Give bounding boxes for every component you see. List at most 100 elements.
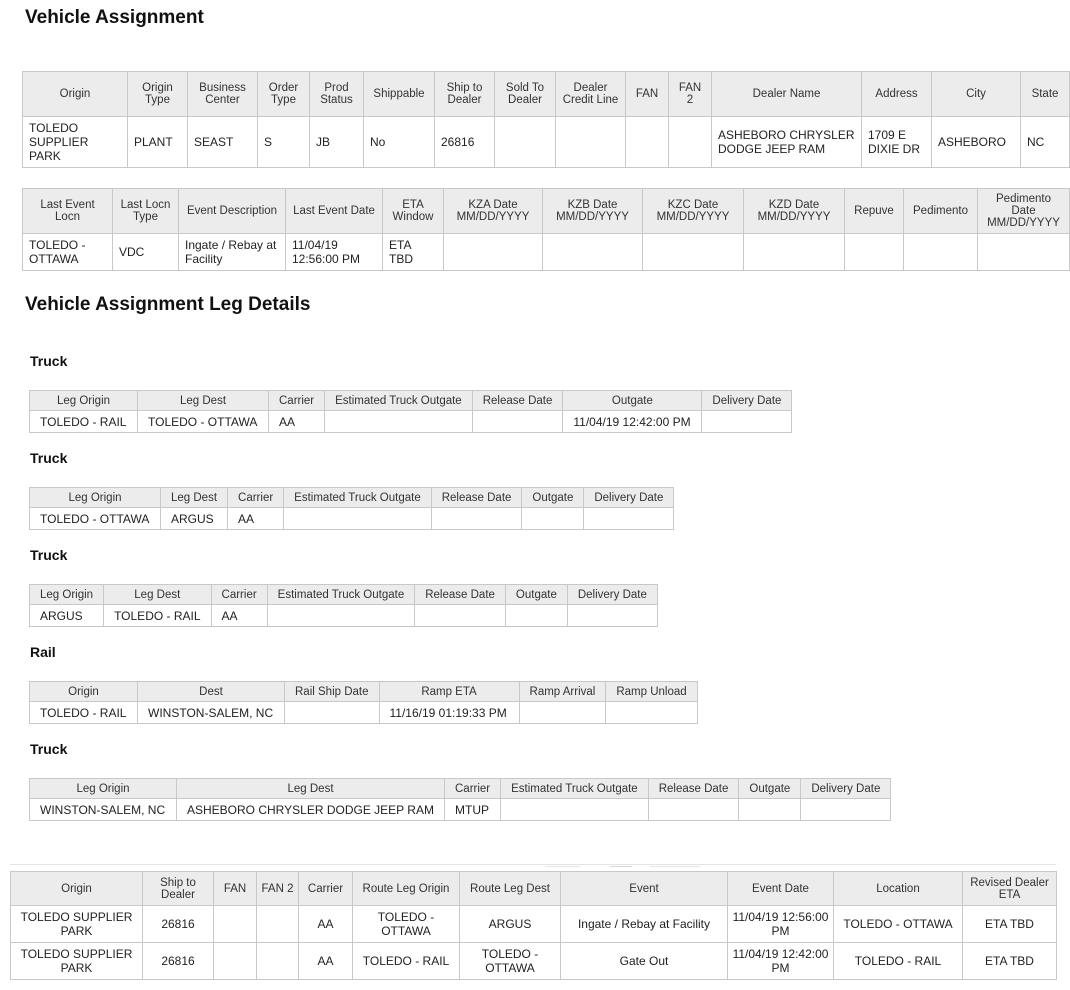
cell-fan xyxy=(625,116,669,168)
leg-mode-label: Truck xyxy=(30,547,68,563)
column-header-pedimento-date-mm-dd-yyyy: Pedimento Date MM/DD/YYYY xyxy=(977,188,1070,234)
cell-route-leg-dest: TOLEDO - OTTAWA xyxy=(459,942,561,980)
column-header-event: Event xyxy=(560,871,728,906)
cell-dealer-name: ASHEBORO CHRYSLER DODGE JEEP RAM xyxy=(711,116,862,168)
cell-leg-origin: WINSTON-SALEM, NC xyxy=(29,798,177,821)
column-header-route-leg-dest: Route Leg Dest xyxy=(459,871,561,906)
cell-origin-type: PLANT xyxy=(127,116,188,168)
column-header-route-leg-origin: Route Leg Origin xyxy=(352,871,460,906)
column-header-event-description: Event Description xyxy=(178,188,286,234)
cell-state: NC xyxy=(1020,116,1070,168)
column-header-ramp-eta: Ramp ETA xyxy=(378,681,520,702)
cell-carrier: AA xyxy=(210,604,268,627)
cell-estimated-truck-outgate xyxy=(283,507,432,530)
cell-prod-status: JB xyxy=(309,116,364,168)
column-header-shippable: Shippable xyxy=(363,71,435,117)
cell-release-date xyxy=(414,604,506,627)
column-header-fan: FAN xyxy=(625,71,669,117)
column-header-revised-dealer-eta: Revised Dealer ETA xyxy=(962,871,1057,906)
cell-dealer-credit-line xyxy=(555,116,626,168)
cell-fan xyxy=(213,905,257,943)
column-header-release-date: Release Date xyxy=(471,390,564,411)
column-header-kza-date-mm-dd-yyyy: KZA Date MM/DD/YYYY xyxy=(443,188,543,234)
leg-table: Leg Origin Leg Dest Carrier Estimated Truck… xyxy=(29,390,793,433)
column-header-kzd-date-mm-dd-yyyy: KZD Date MM/DD/YYYY xyxy=(743,188,845,234)
cell-fan-2 xyxy=(256,905,299,943)
column-header-repuve: Repuve xyxy=(844,188,904,234)
column-header-event-date: Event Date xyxy=(727,871,834,906)
cell-outgate xyxy=(521,507,585,530)
cell-pedimento-date-mm-dd-yyyy xyxy=(977,233,1070,271)
cell-delivery-date xyxy=(800,798,892,821)
column-header-state: State xyxy=(1020,71,1070,117)
cell-leg-dest: TOLEDO - RAIL xyxy=(103,604,212,627)
column-header-estimated-truck-outgate: Estimated Truck Outgate xyxy=(500,778,649,799)
cell-location: TOLEDO - OTTAWA xyxy=(833,905,963,943)
cell-revised-dealer-eta: ETA TBD xyxy=(962,905,1057,943)
cell-estimated-truck-outgate xyxy=(500,798,649,821)
column-header-release-date: Release Date xyxy=(647,778,740,799)
event-history-table: Origin Ship to Dealer FAN FAN 2 Carrier Route… xyxy=(10,871,1057,980)
column-header-address: Address xyxy=(861,71,932,117)
cell-revised-dealer-eta: ETA TBD xyxy=(962,942,1057,980)
cell-pedimento xyxy=(903,233,978,271)
cell-kzb-date-mm-dd-yyyy xyxy=(542,233,643,271)
column-header-leg-dest: Leg Dest xyxy=(137,390,269,411)
cell-last-event-date: 11/04/19 12:56:00 PM xyxy=(285,233,383,271)
cell-sold-to-dealer xyxy=(494,116,556,168)
table-row: WINSTON-SALEM, NC ASHEBORO CHRYSLER DODGE… xyxy=(29,798,892,821)
leg-mode-label: Truck xyxy=(30,741,68,757)
column-header-last-event-locn: Last Event Locn xyxy=(22,188,113,234)
table-row: TOLEDO SUPPLIER PARK 26816 AA TOLEDO - RAIL… xyxy=(10,942,1057,980)
cell-ramp-unload xyxy=(605,701,698,724)
column-header-carrier: Carrier xyxy=(227,487,285,508)
cell-shippable: No xyxy=(363,116,435,168)
cell-leg-dest: TOLEDO - OTTAWA xyxy=(137,410,269,433)
column-header-last-event-date: Last Event Date xyxy=(285,188,383,234)
cell-leg-origin: ARGUS xyxy=(28,604,105,627)
cell-repuve xyxy=(844,233,904,271)
cell-event: Gate Out xyxy=(560,942,728,980)
column-header-kzc-date-mm-dd-yyyy: KZC Date MM/DD/YYYY xyxy=(642,188,744,234)
leg-details-title: Vehicle Assignment Leg Details xyxy=(25,294,311,315)
cell-fan-2 xyxy=(256,942,299,980)
column-header-ship-to-dealer: Ship to Dealer xyxy=(434,71,495,117)
cell-carrier: AA xyxy=(298,942,353,980)
leg-table: Leg Origin Leg Dest Carrier Estimated Truck… xyxy=(29,778,892,821)
column-header-ship-to-dealer: Ship to Dealer xyxy=(142,871,214,906)
cell-carrier: MTUP xyxy=(443,798,502,821)
cell-event: Ingate / Rebay at Facility xyxy=(560,905,728,943)
cell-kzd-date-mm-dd-yyyy xyxy=(743,233,845,271)
cell-outgate: 11/04/19 12:42:00 PM xyxy=(562,410,703,433)
column-header-order-type: Order Type xyxy=(257,71,310,117)
column-header-ramp-unload: Ramp Unload xyxy=(605,681,698,702)
cell-route-leg-origin: TOLEDO - RAIL xyxy=(352,942,460,980)
cell-leg-dest: ARGUS xyxy=(159,507,229,530)
cell-event-description: Ingate / Rebay at Facility xyxy=(178,233,286,271)
cell-route-leg-origin: TOLEDO - OTTAWA xyxy=(352,905,460,943)
column-header-delivery-date: Delivery Date xyxy=(566,584,658,605)
column-header-prod-status: Prod Status xyxy=(309,71,364,117)
cell-business-center: SEAST xyxy=(187,116,258,168)
column-header-carrier: Carrier xyxy=(298,871,353,906)
column-header-location: Location xyxy=(833,871,963,906)
cell-release-date xyxy=(430,507,523,530)
cell-route-leg-dest: ARGUS xyxy=(459,905,561,943)
cell-ship-to-dealer: 26816 xyxy=(434,116,495,168)
cell-delivery-date xyxy=(583,507,675,530)
cell-dest: WINSTON-SALEM, NC xyxy=(137,701,285,724)
table-row: TOLEDO SUPPLIER PARK PLANT SEAST S JB No 26816… xyxy=(22,116,1070,168)
column-header-leg-dest: Leg Dest xyxy=(159,487,229,508)
column-header-dealer-credit-line: Dealer Credit Line xyxy=(555,71,626,117)
cell-delivery-date xyxy=(566,604,658,627)
cell-origin: TOLEDO SUPPLIER PARK xyxy=(10,905,143,943)
column-header-release-date: Release Date xyxy=(414,584,506,605)
column-header-city: City xyxy=(931,71,1021,117)
table-row: TOLEDO - RAIL WINSTON-SALEM, NC 11/16/19 0… xyxy=(29,701,698,724)
cell-event-date: 11/04/19 12:56:00 PM xyxy=(727,905,834,943)
cell-fan-2 xyxy=(668,116,712,168)
assignment-table: Origin Origin Type Business Center Order Ty… xyxy=(22,71,1070,168)
cell-delivery-date xyxy=(701,410,793,433)
column-header-last-locn-type: Last Locn Type xyxy=(112,188,179,234)
table-row: TOLEDO - OTTAWA ARGUS AA xyxy=(29,507,675,530)
